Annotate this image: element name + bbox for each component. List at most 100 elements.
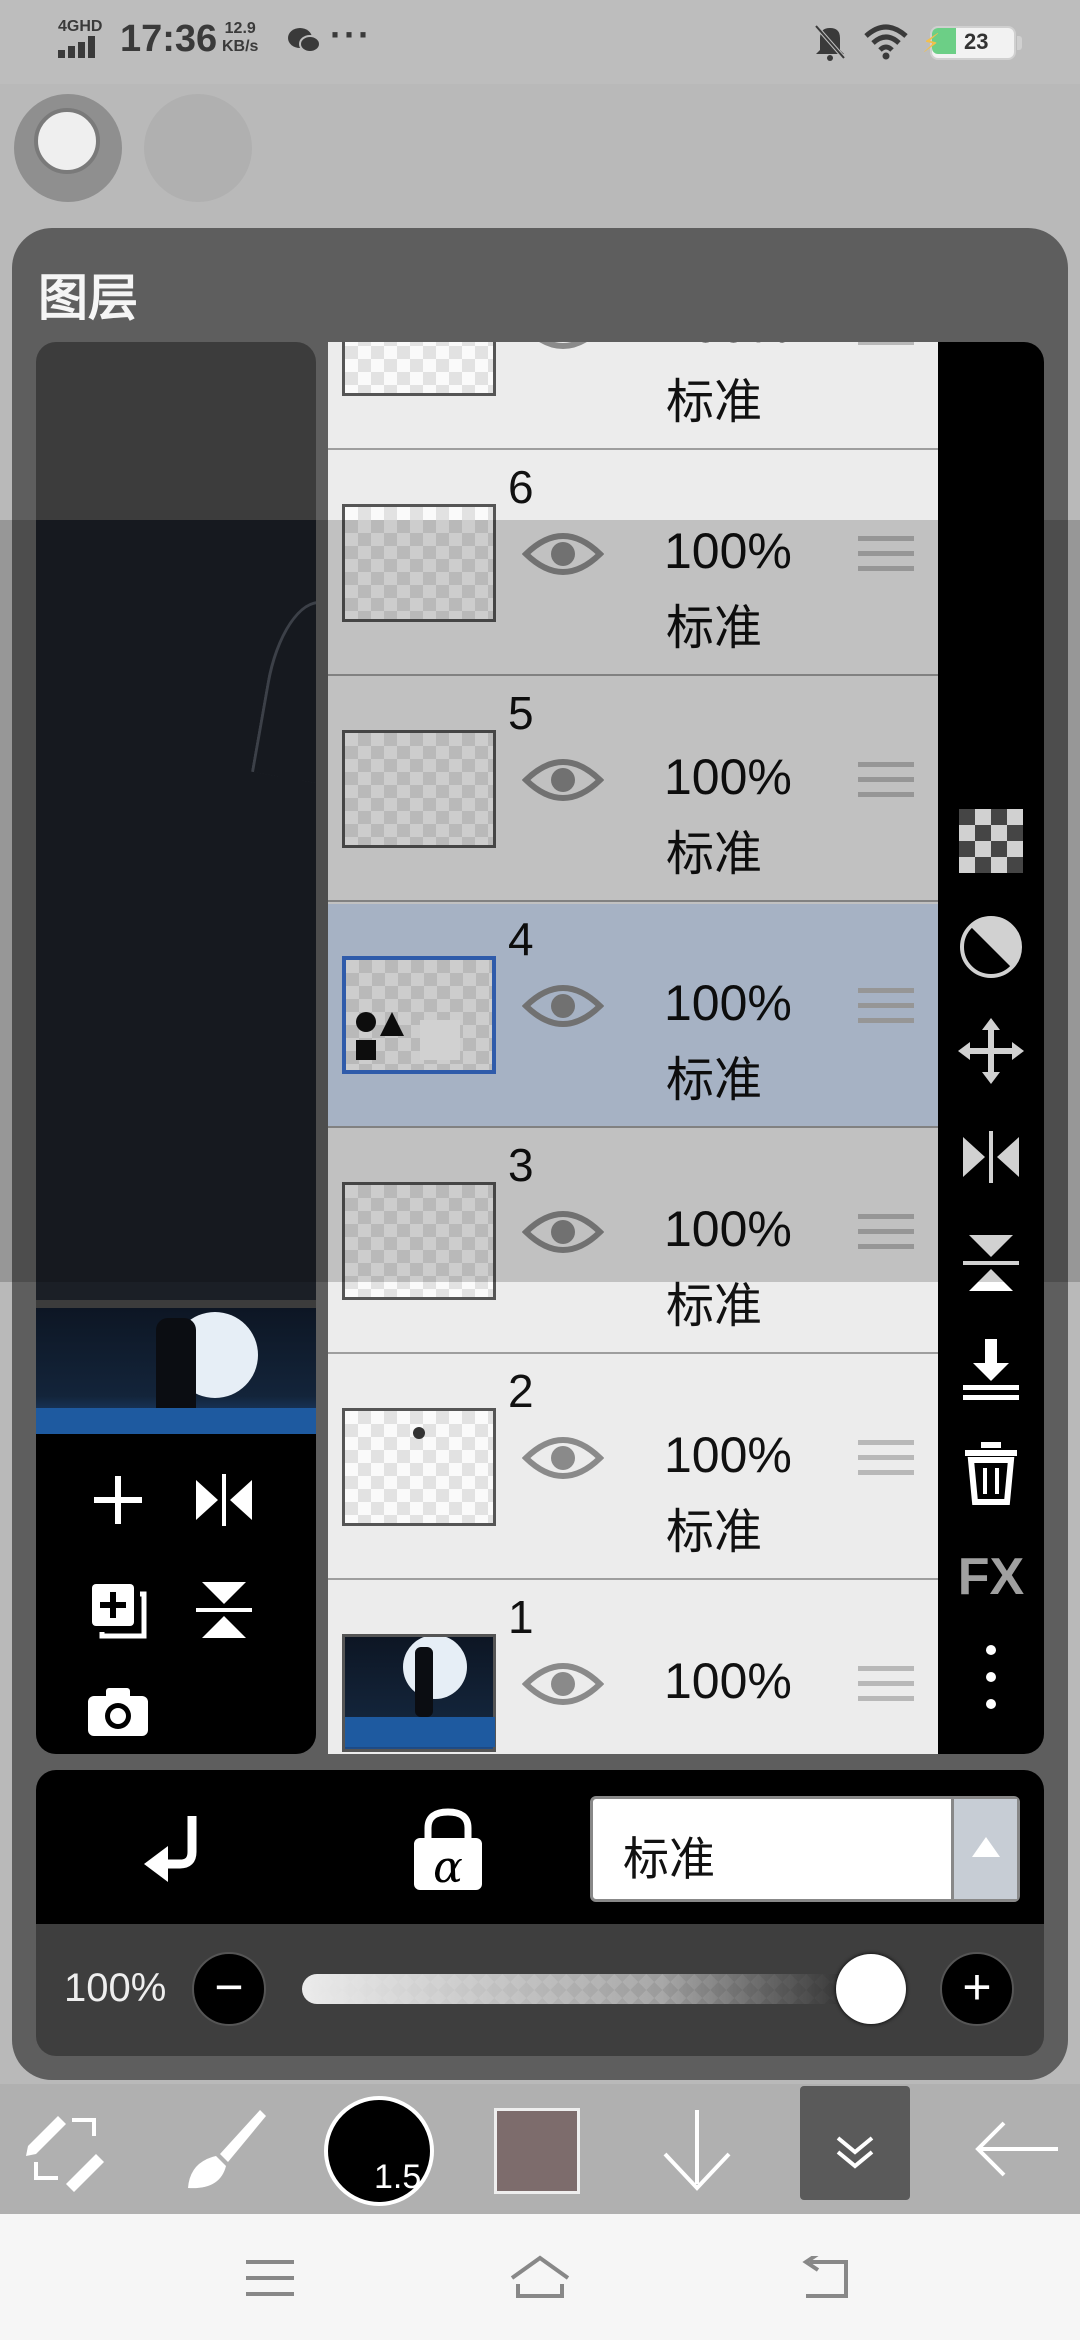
- dropdown-arrow-icon[interactable]: [951, 1799, 1017, 1899]
- layer-opacity: 100%: [664, 523, 792, 579]
- alpha-lock-button[interactable]: α: [408, 1808, 488, 1892]
- move-layer-button[interactable]: [954, 1014, 1028, 1088]
- layer-number: 6: [508, 461, 534, 513]
- chevron-double-down-icon: [836, 2136, 874, 2169]
- visibility-eye-icon[interactable]: [522, 978, 604, 1034]
- camera-button[interactable]: [80, 1674, 156, 1750]
- svg-text:α: α: [433, 1842, 463, 1892]
- canvas-thumbnail[interactable]: [36, 1308, 316, 1434]
- layer-number: 5: [508, 687, 534, 739]
- flip-horizontal-button[interactable]: [186, 1462, 262, 1538]
- shapes-icon: [356, 1012, 460, 1060]
- layer-opacity: 100%: [664, 1201, 792, 1257]
- layer-thumbnail: [342, 1634, 496, 1752]
- left-tool-panel: [36, 1434, 316, 1754]
- visibility-eye-icon[interactable]: [522, 526, 604, 582]
- redo-button[interactable]: [144, 94, 252, 202]
- flip-horizontal-icon: [196, 1474, 252, 1526]
- visibility-eye-icon[interactable]: [522, 1656, 604, 1712]
- layer-opacity: 100%: [664, 975, 792, 1031]
- wifi-icon: [864, 24, 908, 60]
- layer-down-button[interactable]: [642, 2094, 752, 2204]
- drag-handle-icon[interactable]: [858, 762, 914, 806]
- visibility-eye-icon[interactable]: [522, 1430, 604, 1486]
- network-type: 4GHD: [58, 18, 103, 35]
- layer-row-3[interactable]: 3 100% 标准: [328, 1130, 938, 1354]
- flip-horizontal-layer-button[interactable]: [954, 1120, 1028, 1194]
- duplicate-icon: [92, 1584, 147, 1639]
- flip-vertical-icon: [963, 1235, 1019, 1291]
- layer-thumbnail: [342, 504, 496, 622]
- brush-size-button[interactable]: 1.5: [324, 2096, 434, 2206]
- back-button[interactable]: [960, 2094, 1070, 2204]
- visibility-eye-icon[interactable]: [522, 752, 604, 808]
- layer-blend-mode: 标准: [666, 600, 763, 656]
- merge-down-icon: [963, 1339, 1019, 1400]
- opacity-value: 100%: [64, 1966, 167, 2010]
- undo-button[interactable]: [14, 94, 122, 202]
- collapse-panel-button[interactable]: [800, 2086, 910, 2200]
- layer-row-7[interactable]: 100% 标准: [328, 342, 938, 450]
- more-notifications-icon: ···: [330, 14, 372, 55]
- flip-horizontal-icon: [963, 1131, 1019, 1183]
- visibility-eye-icon[interactable]: [522, 342, 604, 356]
- clock: 17:36: [120, 18, 218, 60]
- layer-row-6[interactable]: 6 100% 标准: [328, 452, 938, 676]
- blend-mode-select[interactable]: 标准: [590, 1796, 1020, 1902]
- layer-row-1[interactable]: 1 100%: [328, 1582, 938, 1754]
- layer-opacity: 100%: [664, 749, 792, 805]
- layer-number: 3: [508, 1139, 534, 1191]
- plus-icon: [94, 1476, 142, 1524]
- layer-blend-mode: 标准: [666, 1504, 763, 1560]
- drag-handle-icon[interactable]: [858, 342, 914, 354]
- tool-switch-button[interactable]: [10, 2094, 120, 2204]
- brush-size-value: 1.5: [374, 2158, 422, 2196]
- layer-thumbnail: [342, 342, 496, 396]
- opacity-slider-knob[interactable]: [836, 1954, 906, 2024]
- layer-list[interactable]: 100% 标准 6 100% 标准 5 100% 标准 4 100% 标准: [328, 342, 938, 1754]
- layer-blend-mode: 标准: [666, 1278, 763, 1334]
- mask-button[interactable]: [954, 910, 1028, 984]
- layer-number: 4: [508, 913, 534, 965]
- home-icon[interactable]: [508, 2254, 572, 2300]
- visibility-eye-icon[interactable]: [522, 1204, 604, 1260]
- drag-handle-icon[interactable]: [858, 988, 914, 1032]
- flip-vertical-button[interactable]: [186, 1572, 262, 1648]
- delete-layer-button[interactable]: [954, 1436, 1028, 1510]
- add-layer-button[interactable]: [80, 1462, 156, 1538]
- blend-mode-value: 标准: [623, 1832, 715, 1886]
- color-swatch[interactable]: [494, 2108, 580, 2194]
- layer-blend-mode: 标准: [666, 1052, 763, 1108]
- more-options-button[interactable]: [954, 1640, 1028, 1714]
- net-speed: 12.9 KB/s: [222, 20, 258, 56]
- net-speed-unit: KB/s: [222, 38, 259, 55]
- transparency-button[interactable]: [954, 804, 1028, 878]
- clipping-button[interactable]: [130, 1806, 220, 1896]
- net-speed-value: 12.9: [224, 20, 256, 37]
- drag-handle-icon[interactable]: [858, 1440, 914, 1484]
- menu-icon[interactable]: [244, 2258, 296, 2298]
- duplicate-layer-button[interactable]: [80, 1572, 156, 1648]
- layer-row-5[interactable]: 5 100% 标准: [328, 678, 938, 902]
- flip-vertical-layer-button[interactable]: [954, 1226, 1028, 1300]
- opacity-increase-button[interactable]: +: [940, 1952, 1014, 2026]
- opacity-slider[interactable]: [302, 1974, 902, 2004]
- checkerboard-icon: [959, 809, 1023, 873]
- back-nav-icon[interactable]: [796, 2256, 852, 2302]
- brush-tool-button[interactable]: [170, 2094, 280, 2204]
- battery-icon: ⚡ 23: [922, 26, 1022, 60]
- merge-down-button[interactable]: [954, 1332, 1028, 1406]
- drag-handle-icon[interactable]: [858, 1666, 914, 1710]
- layer-row-4[interactable]: 4 100% 标准: [328, 904, 938, 1128]
- fx-button[interactable]: FX: [954, 1540, 1028, 1614]
- status-bar: 4GHD 17:36 12.9 KB/s ··· ⚡ 23: [0, 0, 1080, 84]
- opacity-decrease-button[interactable]: −: [192, 1952, 266, 2026]
- layer-thumbnail: [342, 730, 496, 848]
- layer-number: 1: [508, 1591, 534, 1643]
- layer-opacity: 100%: [664, 1427, 792, 1483]
- more-vertical-icon: [986, 1645, 996, 1709]
- layer-row-2[interactable]: 2 100% 标准: [328, 1356, 938, 1580]
- drag-handle-icon[interactable]: [858, 1214, 914, 1258]
- layer-thumbnail: [342, 956, 496, 1074]
- drag-handle-icon[interactable]: [858, 536, 914, 580]
